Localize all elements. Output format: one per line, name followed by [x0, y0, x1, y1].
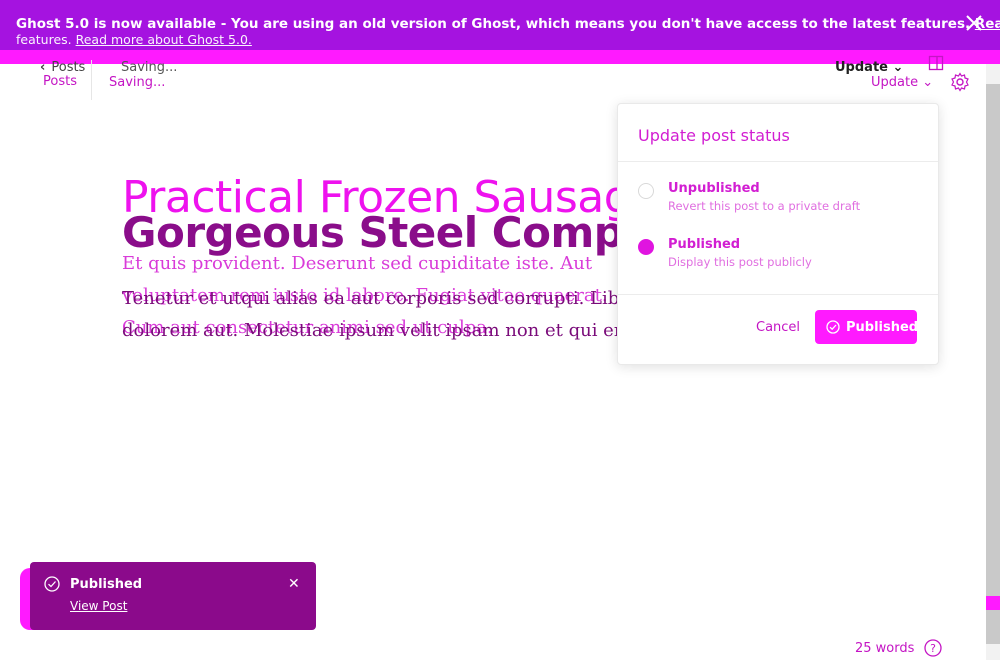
update-status-popover: Update post status Unpublished Revert th… [617, 103, 939, 365]
save-status-shadow: Saving... [109, 75, 166, 90]
banner-message-rest: - You are using an old version of Ghost,… [216, 16, 971, 32]
cancel-button[interactable]: Cancel [756, 320, 800, 335]
chevron-down-icon: ⌄ [892, 60, 904, 75]
update-button[interactable]: Update ⌄ [835, 60, 903, 75]
save-status: Saving... [121, 60, 178, 75]
banner-message-bold: Ghost 5.0 is now available [16, 16, 217, 32]
back-to-posts-shadow: Posts [43, 74, 77, 89]
svg-text:?: ? [930, 642, 936, 655]
header-divider [91, 60, 92, 100]
editor-scrollbar[interactable] [986, 64, 1000, 660]
gear-icon[interactable] [950, 72, 970, 92]
published-toast: Published View Post ✕ [30, 562, 316, 630]
check-circle-icon [44, 576, 60, 592]
banner-release-link[interactable]: Read more about Ghost 5.0. [76, 32, 252, 47]
option-label: Published [668, 237, 741, 252]
option-description: Revert this post to a private draft [668, 199, 861, 213]
word-count: 25 words [855, 641, 915, 656]
scrollbar-thumb[interactable] [986, 84, 1000, 644]
scrollbar-marker [986, 596, 1000, 610]
popover-divider [618, 294, 938, 295]
banner-line-two-prefix: features. [16, 32, 72, 47]
update-label-shadow: Update [871, 75, 919, 90]
update-label: Update [835, 60, 888, 75]
popover-title: Update post status [638, 126, 790, 145]
check-circle-icon [826, 320, 840, 334]
radio-published[interactable] [638, 239, 654, 255]
announcement-banner: Ghost 5.0 is now available - You are usi… [0, 0, 1000, 50]
publish-confirm-label: Published [846, 320, 919, 335]
toast-title: Published [70, 577, 143, 592]
help-icon[interactable]: ? [924, 639, 942, 657]
banner-message: Ghost 5.0 is now available - You are usi… [16, 16, 1000, 32]
banner-line-two: features. Read more about Ghost 5.0. [16, 32, 252, 47]
option-description: Display this post publicly [668, 255, 812, 269]
close-icon[interactable] [964, 13, 984, 33]
back-label: Posts [51, 60, 86, 75]
back-to-posts-link[interactable]: ‹ Posts [40, 60, 85, 75]
radio-unpublished[interactable] [638, 183, 654, 199]
popover-divider [618, 161, 938, 162]
publish-confirm-button[interactable]: Published [815, 310, 919, 344]
option-label: Unpublished [668, 181, 760, 196]
sidebar-panel-icon[interactable] [928, 55, 944, 71]
chevron-down-icon: ⌄ [922, 75, 934, 90]
view-post-link[interactable]: View Post [70, 599, 127, 613]
update-button-shadow: Update ⌄ [871, 75, 933, 90]
close-icon[interactable]: ✕ [288, 576, 300, 592]
chevron-left-icon: ‹ [40, 60, 46, 75]
